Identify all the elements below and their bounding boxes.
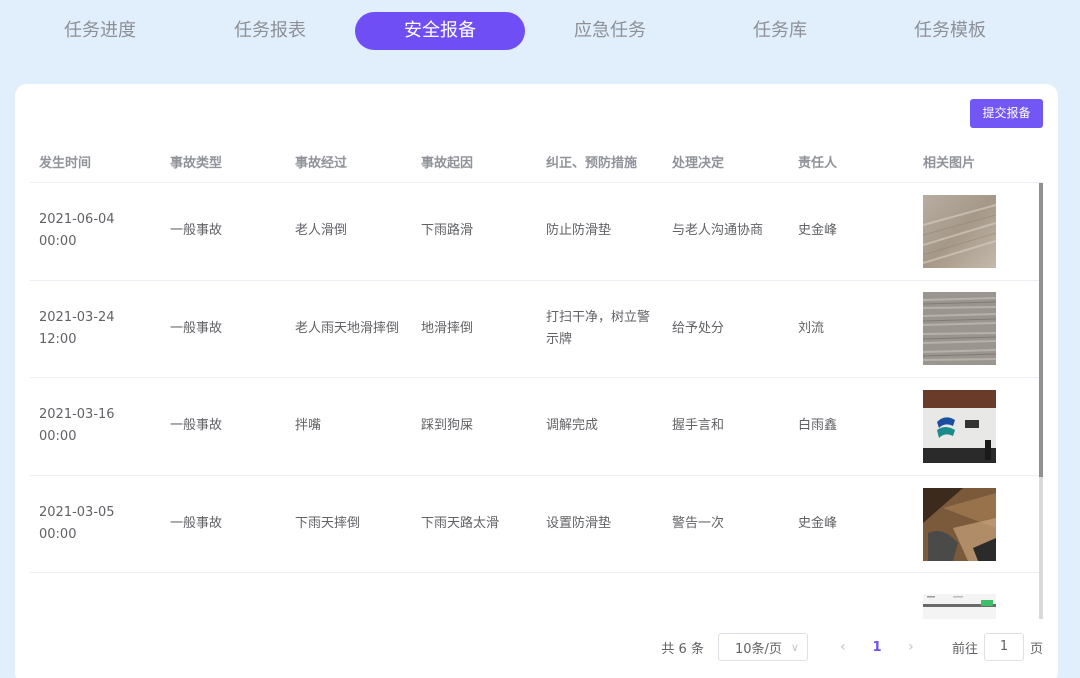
logo-sign-photo[interactable] — [923, 389, 996, 463]
cell-image — [914, 576, 1043, 619]
submit-report-button[interactable]: 提交报备 — [970, 99, 1043, 128]
cell-measures: 打扫干净，树立警示牌 — [546, 309, 651, 347]
cell-process: 下雨天摔倒 — [295, 516, 361, 532]
cell-time: 2021-06-04 00:00 — [39, 212, 115, 250]
column-header-decision[interactable]: 处理决定 — [663, 152, 789, 171]
column-header-images[interactable]: 相关图片 — [914, 152, 1043, 171]
prev-page-button[interactable]: ‹ — [826, 639, 860, 655]
cell-time: 2021-03-24 12:00 — [39, 309, 115, 347]
cell-image — [914, 292, 1043, 366]
pagination: 共 6 条 10条/页 ∨ ‹ 1 › 前往 1 页 — [661, 633, 1043, 661]
cell-type: 一般事故 — [170, 516, 223, 532]
tab-task-report[interactable]: 任务报表 — [185, 12, 355, 50]
table-header: 发生时间 事故类型 事故经过 事故起因 纠正、预防措施 处理决定 责任人 相关图… — [30, 140, 1043, 183]
table-scrollbar[interactable] — [1039, 183, 1043, 619]
goto-suffix: 页 — [1029, 641, 1043, 657]
cell-person: 白雨鑫 — [798, 418, 838, 434]
cell-person: 史金峰 — [798, 223, 838, 239]
tab-task-library[interactable]: 任务库 — [695, 12, 865, 50]
tab-bar: 任务进度 任务报表 安全报备 应急任务 任务库 任务模板 — [15, 12, 1055, 50]
cell-type: 一般事故 — [170, 320, 223, 336]
column-header-person[interactable]: 责任人 — [789, 152, 914, 171]
safety-report-card: 提交报备 发生时间 事故类型 事故经过 事故起因 纠正、预防措施 处理决定 责任… — [15, 84, 1058, 678]
scrollbar-thumb[interactable] — [1039, 183, 1043, 477]
cell-type: 一般事故 — [170, 223, 223, 239]
cell-cause: 踩到狗屎 — [421, 418, 474, 434]
column-header-measures[interactable]: 纠正、预防措施 — [537, 152, 663, 171]
cell-image — [914, 487, 1043, 561]
cell-measures: 调解完成 — [546, 418, 599, 434]
cell-decision: 与老人沟通协商 — [672, 223, 764, 239]
cell-time: 2021-03-16 00:00 — [39, 407, 115, 445]
table-row[interactable] — [30, 573, 1043, 619]
total-count: 共 6 条 — [661, 641, 704, 657]
tab-task-progress[interactable]: 任务进度 — [15, 12, 185, 50]
goto-label: 前往 — [951, 641, 978, 657]
goto-page-input[interactable]: 1 — [983, 633, 1024, 661]
table-row[interactable]: 2021-06-04 00:00 一般事故 老人滑倒 下雨路滑 防止防滑垫 与老… — [30, 183, 1043, 281]
column-header-type[interactable]: 事故类型 — [161, 152, 286, 171]
cell-image — [914, 194, 1043, 268]
cell-measures: 设置防滑垫 — [546, 516, 612, 532]
cell-process: 拌嘴 — [295, 418, 322, 434]
cell-measures: 防止防滑垫 — [546, 223, 612, 239]
cell-person: 刘流 — [798, 320, 825, 336]
cell-person: 史金峰 — [798, 516, 838, 532]
next-page-button[interactable]: › — [894, 639, 928, 655]
table-body: 2021-06-04 00:00 一般事故 老人滑倒 下雨路滑 防止防滑垫 与老… — [30, 183, 1043, 619]
page-size-value: 10条/页 — [734, 641, 782, 657]
cell-cause: 地滑摔倒 — [421, 320, 474, 336]
column-header-process[interactable]: 事故经过 — [286, 152, 412, 171]
cell-cause: 下雨天路太滑 — [421, 516, 500, 532]
cell-process: 老人雨天地滑摔倒 — [295, 320, 400, 336]
tab-task-template[interactable]: 任务模板 — [865, 12, 1035, 50]
cell-decision: 握手言和 — [672, 418, 725, 434]
floor-shoe-photo[interactable] — [923, 487, 996, 561]
wood-floor-photo[interactable] — [923, 194, 996, 268]
cell-image — [914, 389, 1043, 463]
cell-time: 2021-03-05 00:00 — [39, 505, 115, 543]
tab-emergency-task[interactable]: 应急任务 — [525, 12, 695, 50]
chevron-down-icon: ∨ — [790, 640, 799, 654]
column-header-cause[interactable]: 事故起因 — [412, 152, 537, 171]
partial-photo[interactable] — [923, 594, 996, 619]
column-header-time[interactable]: 发生时间 — [30, 152, 161, 171]
cell-process: 老人滑倒 — [295, 223, 348, 239]
cell-type: 一般事故 — [170, 418, 223, 434]
table-row[interactable]: 2021-03-24 12:00 一般事故 老人雨天地滑摔倒 地滑摔倒 打扫干净… — [30, 281, 1043, 379]
cell-cause: 下雨路滑 — [421, 223, 474, 239]
table-row[interactable]: 2021-03-05 00:00 一般事故 下雨天摔倒 下雨天路太滑 设置防滑垫… — [30, 476, 1043, 574]
page-size-select[interactable]: 10条/页 ∨ — [717, 633, 808, 661]
cell-decision: 警告一次 — [672, 516, 725, 532]
cell-decision: 给予处分 — [672, 320, 725, 336]
table-row[interactable]: 2021-03-16 00:00 一般事故 拌嘴 踩到狗屎 调解完成 握手言和 … — [30, 378, 1043, 476]
grey-wood-photo[interactable] — [923, 292, 996, 366]
page-number-current[interactable]: 1 — [860, 640, 894, 655]
tab-safety-report[interactable]: 安全报备 — [355, 12, 525, 50]
